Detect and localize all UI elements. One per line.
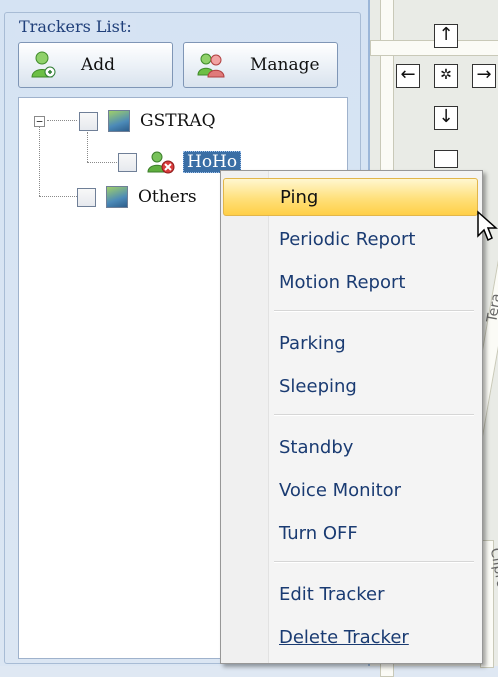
menu-separator	[274, 414, 474, 416]
collapse-icon[interactable]: −	[34, 115, 45, 127]
context-menu: Ping Periodic Report Motion Report Parki…	[220, 170, 483, 664]
hoho-checkbox[interactable]	[118, 152, 137, 172]
tree-node-others[interactable]: Others	[77, 186, 197, 208]
tree-line	[39, 196, 77, 197]
pan-right-button[interactable]: →	[472, 64, 496, 88]
tree-node-gstraq[interactable]: − GSTRAQ	[34, 110, 216, 132]
manage-button[interactable]: Manage	[183, 42, 338, 88]
menu-item-motion-report[interactable]: Motion Report	[223, 264, 478, 302]
menu-item-standby[interactable]: Standby	[223, 429, 478, 467]
tree-line	[87, 162, 117, 163]
menu-item-periodic-report[interactable]: Periodic Report	[223, 221, 478, 259]
others-label: Others	[138, 187, 197, 207]
pan-down-button[interactable]: ↓	[434, 106, 458, 130]
pan-up-button[interactable]: ↑	[434, 24, 458, 48]
menu-item-ping[interactable]: Ping	[223, 178, 478, 216]
menu-item-delete-tracker[interactable]: Delete Tracker	[223, 619, 478, 657]
add-button[interactable]: Add	[18, 42, 173, 88]
tracker-offline-icon	[147, 151, 175, 174]
menu-separator	[274, 310, 474, 312]
add-label: Add	[81, 55, 116, 75]
menu-item-sleeping[interactable]: Sleeping	[223, 368, 478, 406]
mouse-pointer-icon	[477, 210, 498, 242]
menu-separator	[274, 561, 474, 563]
manage-users-icon	[197, 53, 225, 78]
others-checkbox[interactable]	[77, 187, 96, 207]
menu-item-edit-tracker[interactable]: Edit Tracker	[223, 576, 478, 614]
manage-label: Manage	[250, 55, 320, 75]
tree-line	[39, 126, 40, 196]
zoom-control[interactable]	[434, 150, 458, 168]
menu-item-voice-monitor[interactable]: Voice Monitor	[223, 472, 478, 510]
group-image-icon	[108, 110, 130, 132]
gstraq-label: GSTRAQ	[140, 111, 216, 131]
gstraq-checkbox[interactable]	[79, 111, 98, 131]
pan-center-button[interactable]: ✲	[434, 64, 458, 88]
menu-item-parking[interactable]: Parking	[223, 325, 478, 363]
map-label-street: Tera	[484, 292, 498, 324]
pan-left-button[interactable]: ←	[396, 64, 420, 88]
menu-item-turn-off[interactable]: Turn OFF	[223, 515, 478, 553]
tree-line	[87, 132, 88, 162]
trackers-title: Trackers List:	[15, 17, 136, 36]
add-user-icon	[31, 51, 56, 78]
group-image-icon	[106, 186, 128, 208]
